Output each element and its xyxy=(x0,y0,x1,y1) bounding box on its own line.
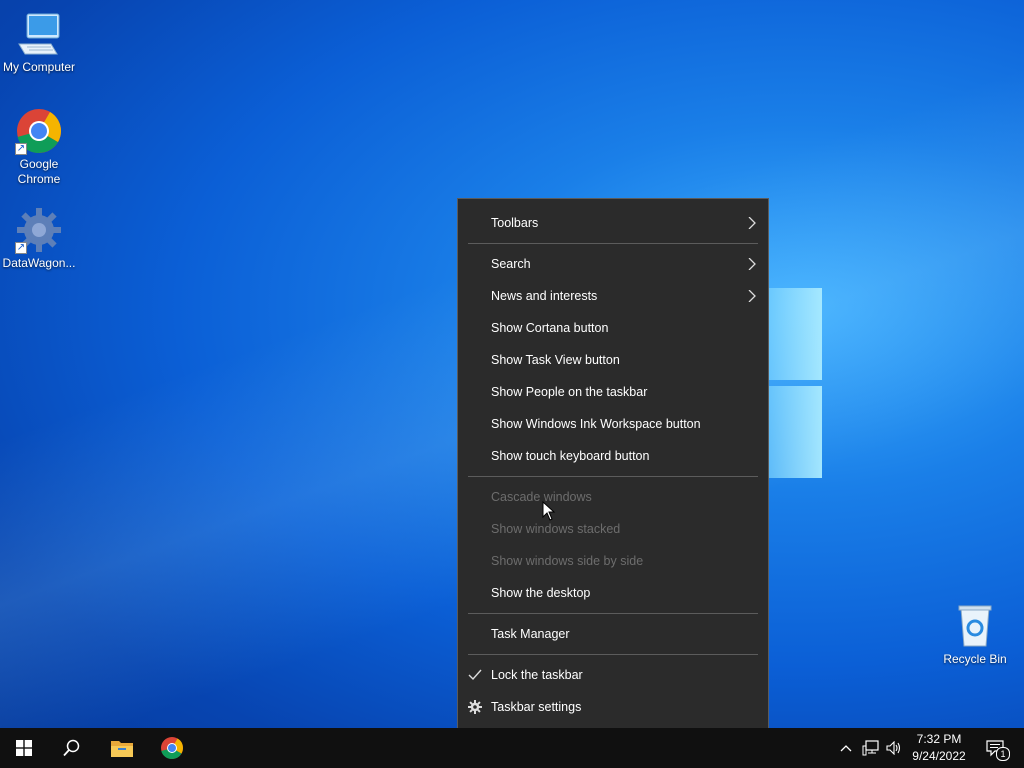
desktop-icon-my-computer[interactable]: My Computer xyxy=(1,10,77,75)
menu-item-label: Task Manager xyxy=(491,627,570,641)
menu-item-label: Search xyxy=(491,257,531,271)
menu-item-show-touch-keyboard[interactable]: Show touch keyboard button xyxy=(458,440,768,472)
chevron-right-icon xyxy=(748,217,756,229)
menu-item-show-ink-workspace[interactable]: Show Windows Ink Workspace button xyxy=(458,408,768,440)
computer-icon xyxy=(15,10,63,58)
shortcut-arrow-icon: ↗ xyxy=(15,143,27,155)
menu-separator xyxy=(468,243,758,244)
start-button[interactable] xyxy=(0,728,48,768)
menu-item-label: Show the desktop xyxy=(491,586,591,600)
menu-item-task-manager[interactable]: Task Manager xyxy=(458,618,768,650)
taskbar-context-menu: Toolbars Search News and interests Show … xyxy=(457,198,769,731)
menu-item-search[interactable]: Search xyxy=(458,248,768,280)
action-center-button[interactable]: 1 xyxy=(980,728,1010,768)
start-icon xyxy=(16,740,32,756)
menu-item-show-windows-side-by-side: Show windows side by side xyxy=(458,545,768,577)
datawagon-gear-icon: ↗ xyxy=(15,206,63,254)
menu-item-show-people[interactable]: Show People on the taskbar xyxy=(458,376,768,408)
chevron-right-icon xyxy=(748,258,756,270)
menu-item-label: Taskbar settings xyxy=(491,700,582,714)
chevron-right-icon xyxy=(748,290,756,302)
desktop-icon-label: Recycle Bin xyxy=(943,652,1007,666)
menu-item-label: Show touch keyboard button xyxy=(491,449,650,463)
menu-item-label: Show People on the taskbar xyxy=(491,385,648,399)
menu-item-show-task-view-button[interactable]: Show Task View button xyxy=(458,344,768,376)
menu-item-label: Toolbars xyxy=(491,216,539,230)
menu-item-label: Show Windows Ink Workspace button xyxy=(491,417,701,431)
taskbar-chrome[interactable] xyxy=(148,728,196,768)
menu-item-show-cortana-button[interactable]: Show Cortana button xyxy=(458,312,768,344)
desktop-icon-label: DataWagon... xyxy=(2,256,76,270)
menu-item-toolbars[interactable]: Toolbars xyxy=(458,207,768,239)
desktop-icon-recycle-bin[interactable]: Recycle Bin xyxy=(937,602,1013,667)
menu-item-label: Show Task View button xyxy=(491,353,620,367)
menu-item-label: News and interests xyxy=(491,289,598,303)
shortcut-arrow-icon: ↗ xyxy=(15,242,27,254)
menu-separator xyxy=(468,654,758,655)
wallpaper-windows-logo xyxy=(768,288,824,480)
menu-item-label: Show windows side by side xyxy=(491,554,644,568)
network-button[interactable] xyxy=(860,728,882,768)
menu-item-news-and-interests[interactable]: News and interests xyxy=(458,280,768,312)
menu-separator xyxy=(468,613,758,614)
network-icon xyxy=(862,740,879,756)
menu-item-show-windows-stacked: Show windows stacked xyxy=(458,513,768,545)
file-explorer-icon xyxy=(111,741,133,757)
menu-item-label: Show windows stacked xyxy=(491,522,621,536)
search-icon xyxy=(63,739,80,757)
desktop-icon-google-chrome[interactable]: ↗ Google Chrome xyxy=(1,107,77,187)
clock-time: 7:32 PM xyxy=(916,732,962,746)
menu-item-taskbar-settings[interactable]: Taskbar settings xyxy=(458,691,768,723)
taskbar-file-explorer[interactable] xyxy=(98,728,146,768)
menu-item-label: Show Cortana button xyxy=(491,321,609,335)
chevron-up-icon xyxy=(840,745,852,752)
volume-button[interactable] xyxy=(884,728,904,768)
menu-item-cascade-windows: Cascade windows xyxy=(458,481,768,513)
menu-separator xyxy=(468,476,758,477)
taskbar: 7:32 PM 9/24/2022 1 xyxy=(0,728,1024,768)
menu-item-label: Lock the taskbar xyxy=(491,668,583,682)
menu-item-lock-the-taskbar[interactable]: Lock the taskbar xyxy=(458,659,768,691)
chrome-icon: ↗ xyxy=(15,107,63,155)
menu-item-show-the-desktop[interactable]: Show the desktop xyxy=(458,577,768,609)
show-hidden-icons-button[interactable] xyxy=(836,728,856,768)
desktop-icon-datawagon[interactable]: ↗ DataWagon... xyxy=(1,206,77,271)
desktop-icon-label: Google Chrome xyxy=(17,157,61,186)
mouse-cursor-icon xyxy=(542,501,556,521)
checkmark-icon xyxy=(468,669,482,681)
clock[interactable]: 7:32 PM 9/24/2022 xyxy=(904,731,974,765)
desktop-icon-label: My Computer xyxy=(2,60,76,74)
recycle-bin-icon xyxy=(951,602,999,650)
clock-date: 9/24/2022 xyxy=(912,749,966,763)
volume-icon xyxy=(886,741,901,755)
notification-badge: 1 xyxy=(996,747,1010,761)
taskbar-search-button[interactable] xyxy=(48,728,96,768)
chrome-icon xyxy=(161,737,183,760)
gear-icon xyxy=(468,700,482,714)
